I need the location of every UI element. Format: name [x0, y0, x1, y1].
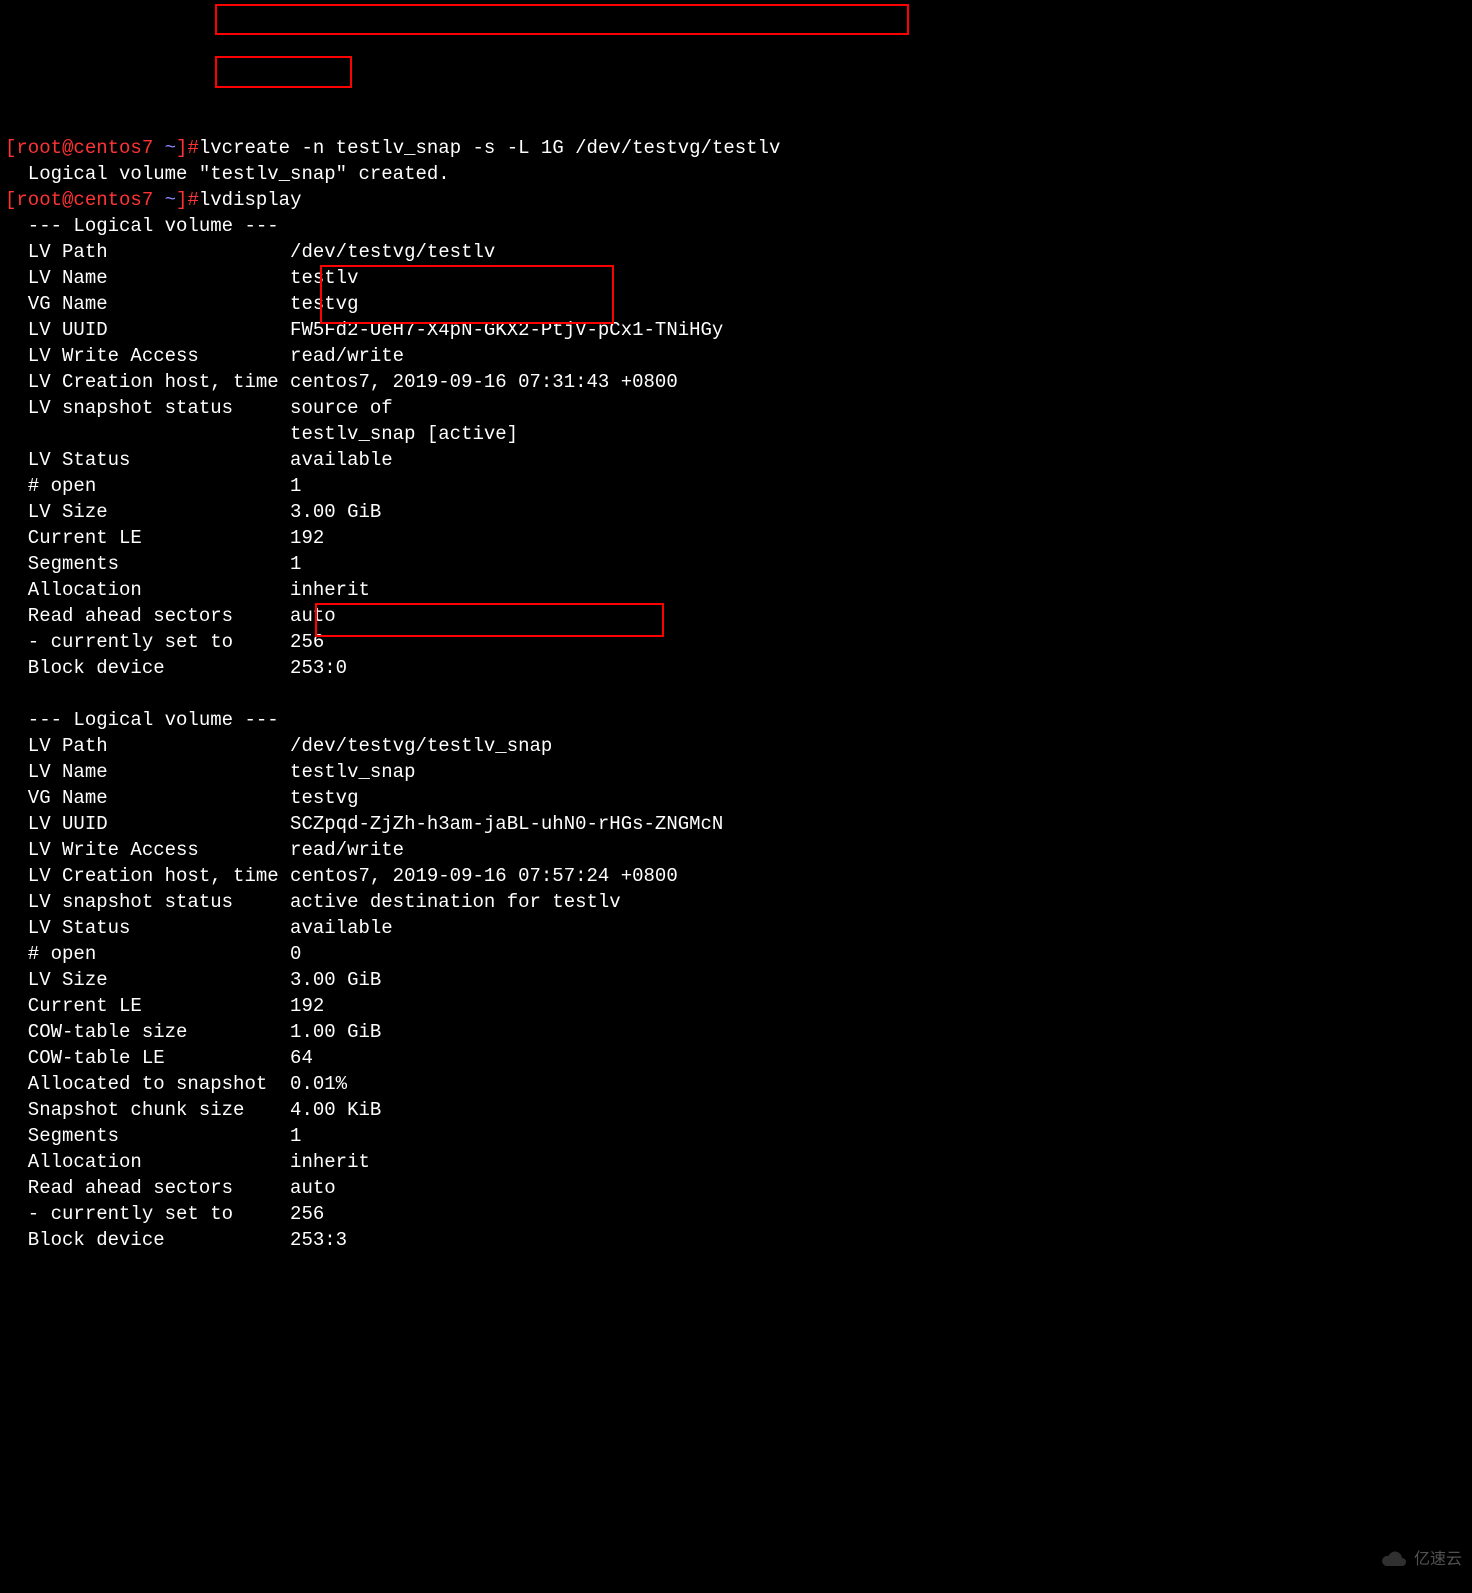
- lv1-readahead: Read ahead sectors auto: [5, 605, 336, 627]
- lv1-allocation: Allocation inherit: [5, 579, 370, 601]
- lv2-name: LV Name testlv_snap: [5, 761, 415, 783]
- lv2-header: --- Logical volume ---: [5, 709, 279, 731]
- lv2-creation: LV Creation host, time centos7, 2019-09-…: [5, 865, 678, 887]
- lv1-creation: LV Creation host, time centos7, 2019-09-…: [5, 371, 678, 393]
- lv2-cow-le: COW-table LE 64: [5, 1047, 313, 1069]
- lv2-cow-size: COW-table size 1.00 GiB: [5, 1021, 381, 1043]
- command-lvcreate: lvcreate -n testlv_snap -s -L 1G /dev/te…: [199, 137, 781, 159]
- prompt-line-1[interactable]: [root@centos7 ~]#lvcreate -n testlv_snap…: [5, 137, 780, 159]
- lv2-segments: Segments 1: [5, 1125, 301, 1147]
- lv1-blockdev: Block device 253:0: [5, 657, 347, 679]
- lv1-path: LV Path /dev/testvg/testlv: [5, 241, 495, 263]
- lv2-open: # open 0: [5, 943, 301, 965]
- lv2-snapshot: LV snapshot status active destination fo…: [5, 891, 621, 913]
- watermark: 亿速云: [1381, 1547, 1462, 1573]
- lv1-write-access: LV Write Access read/write: [5, 345, 404, 367]
- lv1-name: LV Name testlv: [5, 267, 358, 289]
- lv2-chunk: Snapshot chunk size 4.00 KiB: [5, 1099, 381, 1121]
- command-lvdisplay: lvdisplay: [199, 189, 302, 211]
- highlight-lvcreate-cmd: [215, 4, 909, 35]
- lv2-uuid: LV UUID SCZpqd-ZjZh-h3am-jaBL-uhN0-rHGs-…: [5, 813, 723, 835]
- blank-line: [5, 683, 16, 705]
- prompt-tilde: ~: [165, 189, 176, 211]
- lv1-header: --- Logical volume ---: [5, 215, 279, 237]
- lv1-snapshot2: testlv_snap [active]: [5, 423, 518, 445]
- cloud-icon: [1381, 1550, 1409, 1570]
- lv2-path: LV Path /dev/testvg/testlv_snap: [5, 735, 552, 757]
- lv2-write-access: LV Write Access read/write: [5, 839, 404, 861]
- watermark-text: 亿速云: [1414, 1547, 1462, 1573]
- lv2-vg: VG Name testvg: [5, 787, 358, 809]
- lv2-alloc-snap: Allocated to snapshot 0.01%: [5, 1073, 347, 1095]
- lv1-snapshot: LV snapshot status source of: [5, 397, 393, 419]
- lv1-uuid: LV UUID FW5Fd2-UeH7-X4pN-GKX2-PtjV-pCx1-…: [5, 319, 723, 341]
- lv1-status: LV Status available: [5, 449, 393, 471]
- lv2-size: LV Size 3.00 GiB: [5, 969, 381, 991]
- lv2-blockdev: Block device 253:3: [5, 1229, 347, 1251]
- highlight-lvdisplay-cmd: [215, 56, 352, 88]
- lv2-le: Current LE 192: [5, 995, 324, 1017]
- lv2-allocation: Allocation inherit: [5, 1151, 370, 1173]
- prompt-end: ]#: [176, 137, 199, 159]
- lv2-status: LV Status available: [5, 917, 393, 939]
- lv1-segments: Segments 1: [5, 553, 301, 575]
- lv1-currently: - currently set to 256: [5, 631, 324, 653]
- prompt-user: [root@centos7: [5, 137, 165, 159]
- lv2-currently: - currently set to 256: [5, 1203, 324, 1225]
- lv2-readahead: Read ahead sectors auto: [5, 1177, 336, 1199]
- prompt-line-2[interactable]: [root@centos7 ~]#lvdisplay: [5, 189, 301, 211]
- lv1-size: LV Size 3.00 GiB: [5, 501, 381, 523]
- prompt-user: [root@centos7: [5, 189, 165, 211]
- prompt-tilde: ~: [165, 137, 176, 159]
- output-created: Logical volume "testlv_snap" created.: [5, 163, 450, 185]
- prompt-end: ]#: [176, 189, 199, 211]
- lv1-open: # open 1: [5, 475, 301, 497]
- lv1-le: Current LE 192: [5, 527, 324, 549]
- terminal-output: [root@centos7 ~]#lvcreate -n testlv_snap…: [5, 109, 1472, 1253]
- lv1-vg: VG Name testvg: [5, 293, 358, 315]
